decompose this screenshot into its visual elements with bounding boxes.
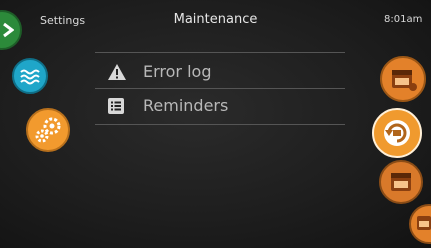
calendar-button[interactable]: [380, 56, 426, 102]
maintenance-screen: Settings Maintenance 8:01am Error log Re…: [0, 0, 431, 248]
menu-item-label: Reminders: [143, 96, 229, 115]
water-icon: [20, 69, 40, 85]
calendar-button[interactable]: [379, 160, 423, 204]
gears-icon: [35, 117, 61, 143]
warning-triangle-icon: [108, 64, 126, 80]
top-bar: Settings Maintenance 8:01am: [0, 0, 431, 50]
divider: [95, 88, 345, 89]
refresh-button[interactable]: [372, 108, 422, 158]
calendar-button[interactable]: [409, 204, 431, 244]
page-title: Maintenance: [173, 12, 258, 27]
calendar-icon: [417, 216, 431, 230]
list-icon: [108, 98, 124, 114]
menu-item-error-log[interactable]: Error log: [95, 57, 345, 87]
divider: [95, 124, 345, 125]
settings-gears-button[interactable]: [26, 108, 70, 152]
menu-item-label: Error log: [143, 62, 212, 81]
calendar-icon: [392, 70, 417, 91]
water-care-button[interactable]: [12, 58, 48, 94]
clock: 8:01am: [384, 14, 423, 25]
menu-item-reminders[interactable]: Reminders: [95, 91, 345, 121]
refresh-icon: [384, 120, 410, 146]
calendar-icon: [391, 173, 411, 191]
divider: [95, 52, 345, 53]
